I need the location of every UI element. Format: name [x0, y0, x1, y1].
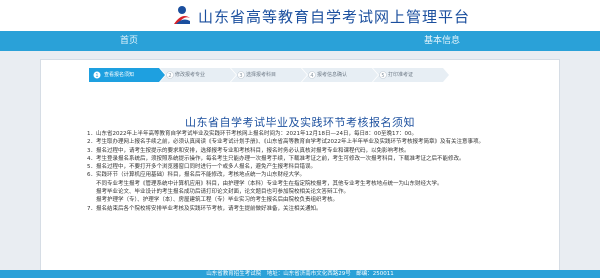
notice-paragraph: 报考毕业论文、毕业设计的考生报名成功后请打印论文封面，论文题目也可参加院校相关论…	[96, 189, 350, 196]
notice-paragraph: 6．实践环节（计算机应用基础）科目，报名后不能修改，考核地点统一为山东财经大学。	[87, 172, 306, 179]
notice-paragraph: 5．报名过程中，不要打开多个浏览器窗口同时进行一个或多人报名，避免产生报考科目错…	[87, 164, 317, 171]
notice-paragraph: 7．报名结束后各个院校将安排毕业考核及实践环节考核，请考生提前做好准备，关注相关…	[87, 205, 322, 212]
step-1[interactable]: 1 查看报名须知	[89, 68, 165, 82]
step-4[interactable]: 4 报考信息确认	[302, 68, 378, 82]
step-label: 选择报考科目	[246, 72, 277, 78]
notice-paragraph: 3．报名过程中，请考生按提示的要求和安排，选择报考专业和考核科目，报名时务必认真…	[87, 147, 410, 154]
svg-text:5: 5	[381, 73, 384, 79]
site-title: 山东省高等教育自学考试网上管理平台	[198, 8, 471, 26]
step-5[interactable]: 5 打印准考证	[373, 68, 449, 82]
notice-panel: 1 查看报名须知 2 修改报考专业 3 选择报考科目 4 报考信息确认 5 打印…	[40, 59, 560, 271]
exam-logo-icon	[174, 6, 190, 24]
svg-text:3: 3	[239, 73, 242, 79]
site-footer: 山东省教育招生考试院 地址：山东省济南市文化西路29号 邮编：250011	[0, 270, 600, 278]
notice-paragraph: 报考护理学（专）、护理学（本）、房屋建筑工程（专）毕业实习的考生报名后由院校负责…	[96, 197, 339, 204]
step-label: 查看报名须知	[104, 72, 135, 78]
notice-paragraph: 不同专业考生报考《管理系统中计算机应用》科目，由护理学（本科）专业考生在指定院校…	[96, 180, 443, 187]
notice-paragraph: 1．山东省2022年上半年高等教育自学考试毕业及实践环节考核网上报名时间为：20…	[87, 131, 417, 137]
notice-title: 山东省自学考试毕业及实践环节考核报名须知	[185, 116, 415, 129]
svg-text:1: 1	[95, 73, 98, 79]
notice-paragraph: 4．考生登录报名系统后，须按照系统提示操作，每名考生只能办理一次报考手续，下载准…	[87, 155, 465, 162]
step-progress: 1 查看报名须知 2 修改报考专业 3 选择报考科目 4 报考信息确认 5 打印…	[89, 68, 449, 82]
step-3[interactable]: 3 选择报考科目	[231, 68, 307, 82]
step-label: 修改报考专业	[175, 72, 206, 78]
main-nav: 首页 基本信息	[0, 31, 600, 51]
step-label: 打印准考证	[388, 72, 414, 78]
step-2[interactable]: 2 修改报考专业	[160, 68, 236, 82]
notice-content: 1．山东省2022年上半年高等教育自学考试毕业及实践环节考核网上报名时间为：20…	[87, 130, 539, 213]
site-header: 山东省高等教育自学考试网上管理平台	[0, 0, 600, 31]
nav-home[interactable]: 首页	[120, 31, 138, 51]
notice-paragraph: 2．考生取办理网上报名手续之前，必须认真阅读《专业考试计划手册》、《山东省高等教…	[87, 139, 485, 146]
svg-text:2: 2	[168, 73, 171, 79]
nav-basic-info[interactable]: 基本信息	[424, 31, 460, 51]
svg-text:4: 4	[310, 73, 313, 79]
step-label: 报考信息确认	[317, 72, 348, 78]
